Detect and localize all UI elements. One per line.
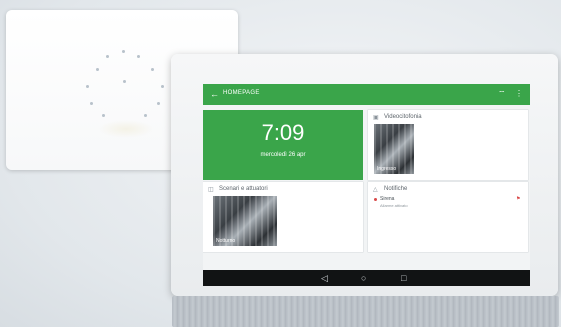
thumbnail-label: Notturno xyxy=(216,238,236,244)
scene-thumbnail[interactable]: Notturno xyxy=(213,196,277,246)
back-icon[interactable]: ◁ xyxy=(321,272,328,284)
card-title: Notifiche xyxy=(384,186,408,192)
recents-icon[interactable]: □ xyxy=(401,272,406,284)
clock-time: 7:09 xyxy=(261,120,305,145)
home-icon[interactable]: ○ xyxy=(361,272,366,284)
camera-thumbnail[interactable]: Ingresso xyxy=(374,124,414,174)
wifi-icon[interactable]: ⌔ xyxy=(498,89,506,99)
card-title: Videocitofonia xyxy=(384,114,422,120)
keypad-light-dot xyxy=(106,55,109,58)
keypad-light-dot xyxy=(157,102,160,105)
app-bar: ← HOMEPAGE ⌔ ⋮ xyxy=(203,84,530,105)
notification-title: Sirena xyxy=(380,196,395,202)
keypad-light-dot xyxy=(86,85,89,88)
keypad-light-dot xyxy=(161,85,164,88)
system-nav-bar: ◁ ○ □ xyxy=(203,270,530,286)
keypad-light-dot xyxy=(90,102,93,105)
keypad-light-dot xyxy=(151,68,154,71)
warning-icon: △ xyxy=(373,187,378,193)
flag-icon: ⚑ xyxy=(516,196,521,202)
video-intercom-card[interactable]: ▣ Videocitofonia Ingresso xyxy=(368,110,528,180)
alert-dot-icon xyxy=(374,198,377,201)
arrow-left-icon[interactable]: ← xyxy=(210,88,219,100)
thumbnail-label: Ingresso xyxy=(377,166,397,172)
tablet-stand xyxy=(172,296,559,327)
clock-widget[interactable]: 7:09 mercoledì 26 apr xyxy=(203,110,363,180)
card-title: Scenari e attuatori xyxy=(219,186,268,192)
notification-subtitle: Allarme attivato xyxy=(380,203,408,208)
keypad-light-dot xyxy=(137,55,140,58)
scene-icon: ◫ xyxy=(208,187,214,193)
keypad-light-dot xyxy=(96,68,99,71)
keypad-glow xyxy=(98,120,154,138)
notifications-card[interactable]: △ Notifiche Sirena Allarme attivato ⚑ xyxy=(368,182,528,252)
more-icon[interactable]: ⋮ xyxy=(515,89,523,99)
keypad-light-dot xyxy=(144,114,147,117)
keypad-light-dot xyxy=(123,80,126,83)
camera-icon: ▣ xyxy=(373,115,379,121)
scenes-card[interactable]: ◫ Scenari e attuatori Notturno xyxy=(203,182,363,252)
keypad-light-dot xyxy=(102,114,105,117)
tablet-screen: ← HOMEPAGE ⌔ ⋮ 7:09 mercoledì 26 apr ▣ V… xyxy=(203,84,530,286)
clock-date: mercoledì 26 apr xyxy=(260,152,306,158)
notification-item[interactable]: Sirena Allarme attivato ⚑ xyxy=(370,196,524,210)
app-title: HOMEPAGE xyxy=(223,90,260,96)
keypad-light-dot xyxy=(122,50,125,53)
